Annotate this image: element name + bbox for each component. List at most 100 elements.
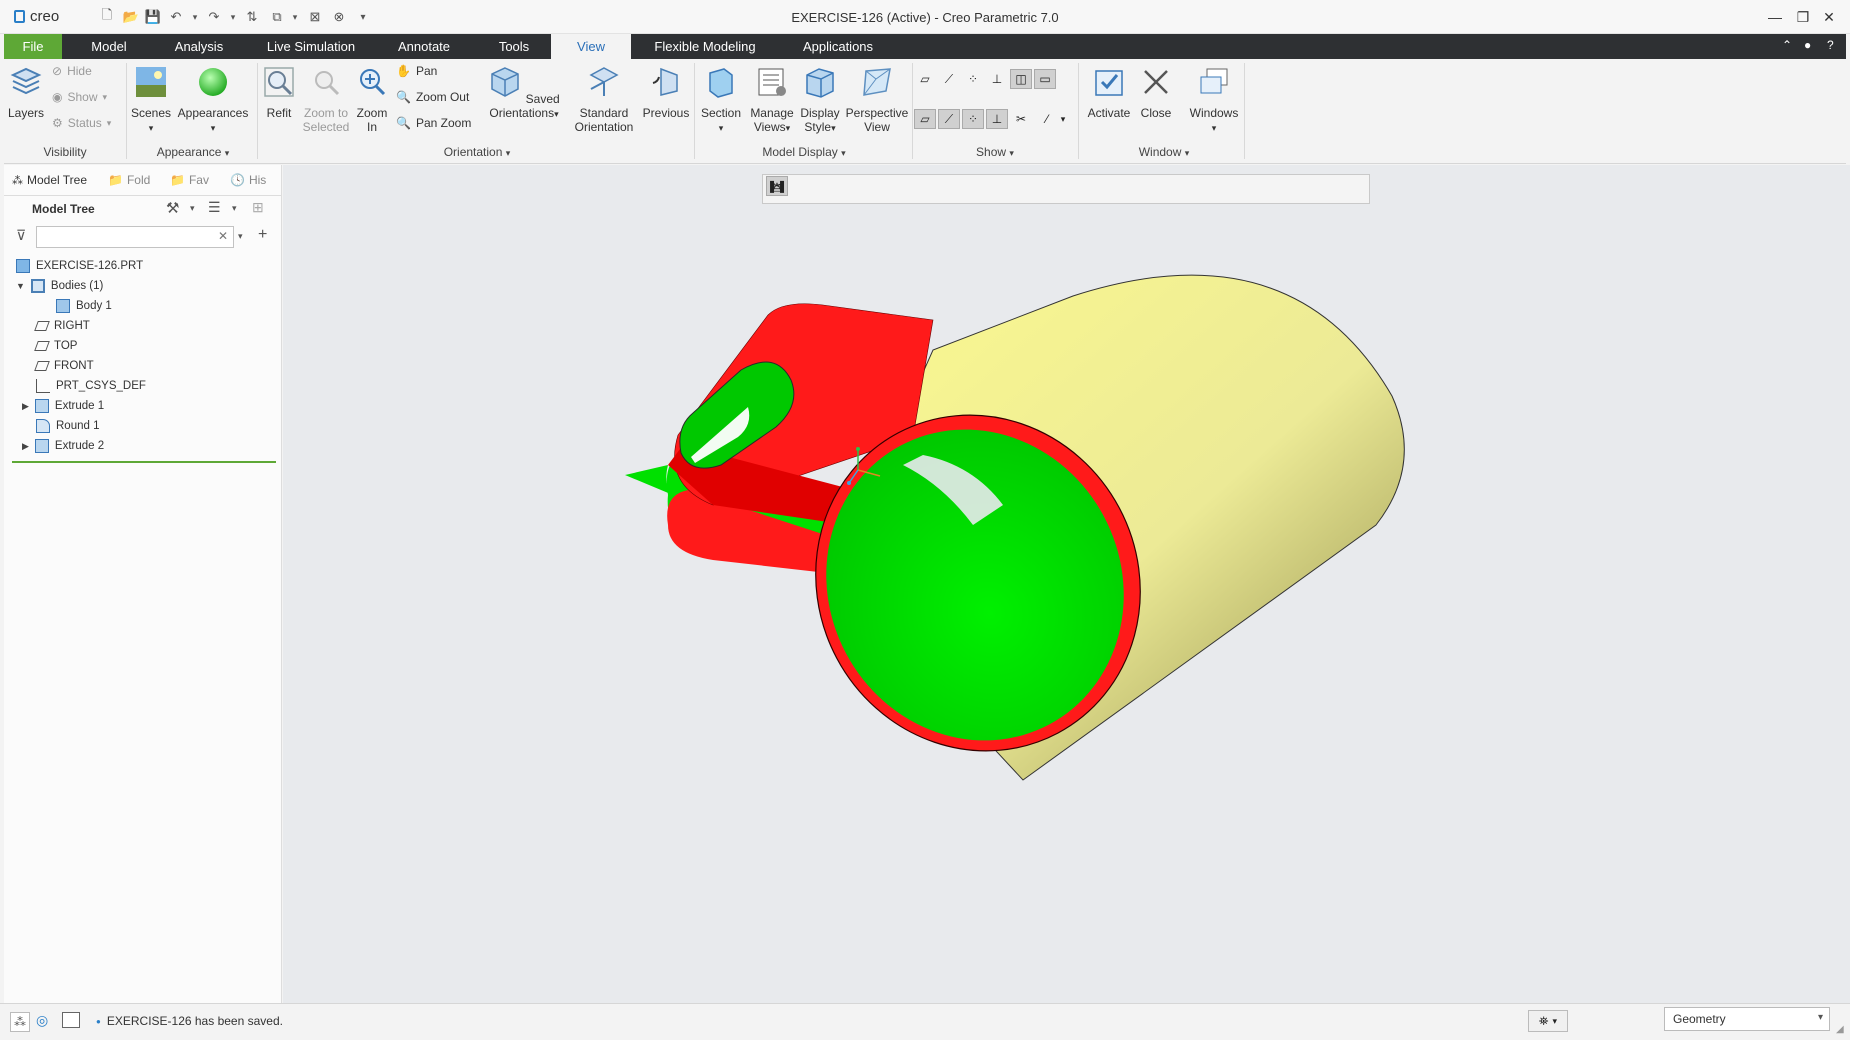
- perspective-view-icon: [863, 68, 891, 96]
- saved-orientations-button[interactable]: Saved Orientations▾: [484, 65, 564, 121]
- tab-flexible-modeling[interactable]: Flexible Modeling: [640, 34, 770, 59]
- insert-indicator[interactable]: [12, 461, 276, 463]
- csys-display-icon[interactable]: ⊥: [986, 69, 1008, 89]
- model-display-group-label[interactable]: Model Display ▾: [696, 145, 912, 159]
- show-more-dropdown-icon[interactable]: ▾: [1056, 109, 1070, 129]
- perspective-view-button[interactable]: Perspective View: [844, 65, 910, 134]
- tree-item-csys[interactable]: PRT_CSYS_DEF: [36, 376, 146, 396]
- manage-views-button[interactable]: Manage Views▾: [746, 65, 798, 135]
- pan-button[interactable]: ✋ Pan: [396, 62, 437, 80]
- pin-icon[interactable]: ⊞: [252, 199, 264, 216]
- tab-favorites[interactable]: 📁 Fav: [170, 165, 209, 195]
- show-list-icon[interactable]: ☰: [208, 199, 221, 216]
- show-button[interactable]: ◉ Show ▾: [52, 88, 107, 106]
- window-group-label[interactable]: Window ▾: [1084, 145, 1244, 159]
- pan-zoom-button[interactable]: 🔍 Pan Zoom: [396, 114, 471, 132]
- axis-display-icon[interactable]: ⟋: [938, 69, 960, 89]
- point-display-icon[interactable]: ⁘: [962, 69, 984, 89]
- collapse-ribbon-icon[interactable]: ⌃: [1782, 38, 1792, 52]
- dimension-display-icon[interactable]: ▭: [1034, 69, 1056, 89]
- animation-icon[interactable]: ▭: [766, 176, 788, 196]
- tab-folder-browser[interactable]: 📁 Fold: [108, 165, 150, 195]
- graphics-window[interactable]: [283, 165, 1850, 1003]
- tab-model-tree[interactable]: ⁂ Model Tree: [12, 165, 87, 195]
- expand-triangle-icon[interactable]: ▶: [22, 401, 29, 412]
- section-button[interactable]: Section ▾: [696, 65, 746, 135]
- layers-button[interactable]: Layers: [6, 65, 46, 120]
- tab-model[interactable]: Model: [74, 34, 144, 59]
- minimize-icon[interactable]: —: [1762, 6, 1788, 28]
- activate-button[interactable]: Activate: [1084, 65, 1134, 120]
- spin-center-icon[interactable]: ◫: [1010, 69, 1032, 89]
- tree-item-body-1[interactable]: Body 1: [56, 296, 112, 316]
- refit-icon: [264, 67, 294, 97]
- csys-icon: [36, 379, 50, 393]
- curve-display-icon[interactable]: ⁄: [1036, 109, 1058, 129]
- csys-tag-display-icon[interactable]: ⊥: [986, 109, 1008, 129]
- tree-item-round-1[interactable]: Round 1: [36, 416, 99, 436]
- tab-live-simulation[interactable]: Live Simulation: [256, 34, 366, 59]
- tab-annotate[interactable]: Annotate: [384, 34, 464, 59]
- tab-file[interactable]: File: [4, 34, 62, 59]
- appearances-button[interactable]: Appearances ▾: [176, 65, 250, 135]
- tab-analysis[interactable]: Analysis: [159, 34, 239, 59]
- hide-button[interactable]: ⊘ Hide: [52, 62, 92, 80]
- zoom-out-button[interactable]: 🔍 Zoom Out: [396, 88, 469, 106]
- expand-triangle-icon[interactable]: ▶: [22, 441, 29, 452]
- show-list-dropdown-icon[interactable]: ▾: [232, 203, 237, 214]
- add-filter-icon[interactable]: +: [258, 226, 267, 244]
- tree-item-top[interactable]: TOP: [34, 336, 77, 356]
- tree-search-input[interactable]: [36, 226, 234, 248]
- show-group-dropdown-icon: ▾: [1009, 148, 1014, 158]
- show-label: Show: [67, 90, 98, 104]
- previous-button[interactable]: Previous: [640, 65, 692, 120]
- toggle-navigator-icon[interactable]: ⁂: [10, 1012, 30, 1032]
- tab-history[interactable]: 🕓 His: [230, 165, 266, 195]
- tab-view[interactable]: View: [551, 34, 631, 59]
- tree-settings-dropdown-icon[interactable]: ▾: [190, 203, 195, 214]
- clear-search-icon[interactable]: ✕: [218, 229, 228, 243]
- tree-settings-icon[interactable]: ⚒: [166, 199, 179, 217]
- filter-icon[interactable]: ⊽: [16, 227, 26, 244]
- tree-item-extrude-1[interactable]: ▶ Extrude 1: [22, 396, 104, 416]
- scenes-button[interactable]: Scenes ▾: [128, 65, 174, 135]
- tree-item-front[interactable]: FRONT: [34, 356, 94, 376]
- resize-grip-icon[interactable]: ◢: [1836, 1024, 1844, 1035]
- refit-button[interactable]: Refit: [260, 65, 298, 120]
- full-screen-icon[interactable]: [62, 1012, 80, 1028]
- plane-display-icon[interactable]: ▱: [914, 69, 936, 89]
- user-icon[interactable]: ●: [1804, 38, 1811, 52]
- tree-item-bodies[interactable]: ▼ Bodies (1): [16, 276, 103, 296]
- browser-icon[interactable]: ◎: [36, 1012, 48, 1029]
- find-button[interactable]: ⛯ ▾: [1528, 1010, 1568, 1032]
- datum-plane-icon: [34, 361, 50, 371]
- appearance-group-label[interactable]: Appearance ▾: [128, 145, 258, 159]
- standard-orientation-icon: [589, 67, 619, 96]
- windows-button[interactable]: Windows ▾: [1184, 65, 1244, 135]
- tab-applications[interactable]: Applications: [788, 34, 888, 59]
- filter-dropdown-icon: ▾: [1817, 1012, 1823, 1023]
- maximize-icon[interactable]: ❐: [1790, 6, 1816, 28]
- status-button[interactable]: ⚙ Status ▾: [52, 114, 111, 132]
- plane-tag-display-icon[interactable]: ▱: [914, 109, 936, 129]
- collapse-triangle-icon[interactable]: ▼: [16, 281, 25, 291]
- annotation-display-icon[interactable]: ✂: [1010, 109, 1032, 129]
- axis-tag-display-icon[interactable]: ⟋: [938, 109, 960, 129]
- show-group-label[interactable]: Show ▾: [914, 145, 1076, 159]
- point-tag-display-icon[interactable]: ⁘: [962, 109, 984, 129]
- display-style-button[interactable]: Display Style▾: [796, 65, 844, 135]
- close-button[interactable]: Close: [1134, 65, 1178, 120]
- selection-filter-select[interactable]: Geometry ▾: [1664, 1007, 1830, 1031]
- tab-tools[interactable]: Tools: [479, 34, 549, 59]
- standard-orientation-button[interactable]: Standard Orientation: [568, 65, 640, 134]
- help-icon[interactable]: ?: [1827, 38, 1834, 52]
- 3d-model-viewport[interactable]: [283, 165, 1850, 1003]
- tree-item-part[interactable]: EXERCISE-126.PRT: [16, 256, 143, 276]
- orientation-group-label[interactable]: Orientation ▾: [260, 145, 694, 159]
- tree-item-extrude-2[interactable]: ▶ Extrude 2: [22, 436, 104, 456]
- search-options-dropdown-icon[interactable]: ▾: [238, 231, 243, 242]
- close-icon[interactable]: ✕: [1816, 6, 1842, 28]
- zoom-to-selected-button[interactable]: Zoom to Selected: [300, 65, 352, 134]
- tree-item-right[interactable]: RIGHT: [34, 316, 90, 336]
- zoom-in-button[interactable]: Zoom In: [354, 65, 390, 134]
